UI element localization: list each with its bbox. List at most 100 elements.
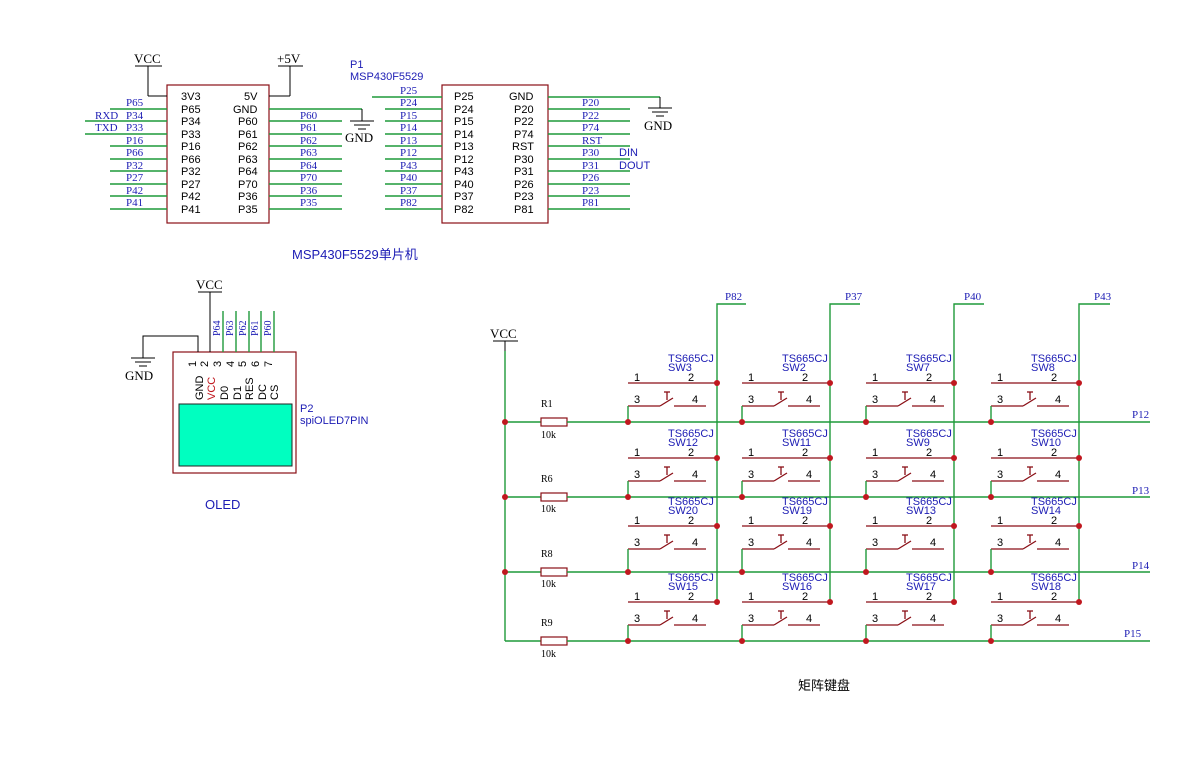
switch-sw10[interactable]: TS665CJSW101 23 4 <box>988 428 1082 500</box>
gnd-label-mcu-right: GND <box>644 118 672 133</box>
row-net-label: P12 <box>1132 409 1149 421</box>
junction-dot <box>1076 455 1082 461</box>
switch-sw2[interactable]: TS665CJSW21 23 4 <box>739 353 833 425</box>
junction-dot <box>863 494 869 500</box>
pin-number: 4 <box>930 469 936 481</box>
switch-sw7[interactable]: TS665CJSW71 23 4 <box>863 353 957 425</box>
switch-sw13[interactable]: TS665CJSW131 23 4 <box>863 496 957 575</box>
net-label: P65 <box>126 97 144 109</box>
schematic-canvas: P1 MSP430F5529 MSP430F5529单片机 VCC +5V GN… <box>85 51 1150 693</box>
pin-number: 3 <box>634 394 640 406</box>
net-label: P23 <box>582 185 600 197</box>
pin-number: 6 <box>250 361 262 367</box>
keypad-caption: 矩阵键盘 <box>798 678 850 693</box>
junction-dot <box>827 455 833 461</box>
pin-name: P35 <box>238 204 258 216</box>
pin-number: 2 <box>1051 372 1057 384</box>
pin-number: 1 <box>872 515 878 527</box>
switch-sw16[interactable]: TS665CJSW161 23 4 <box>739 572 833 644</box>
pin-number: 4 <box>930 394 936 406</box>
pin-number: 3 <box>748 469 754 481</box>
resistor-r1[interactable] <box>540 417 568 427</box>
junction-dot <box>714 599 720 605</box>
pin-number: 1 <box>634 447 640 459</box>
net-label: P40 <box>400 172 418 184</box>
pin-number: 4 <box>1055 394 1061 406</box>
junction-dot <box>625 569 631 575</box>
pin-number: 1 <box>748 591 754 603</box>
pin-name: P74 <box>514 129 534 141</box>
junction-dot <box>1076 380 1082 386</box>
pin-number: 1 <box>997 591 1003 603</box>
net-label: P60 <box>300 110 318 122</box>
net-label: P81 <box>582 197 599 209</box>
pin-name: P82 <box>454 204 474 216</box>
switch-sw17[interactable]: TS665CJSW171 23 4 <box>863 572 957 644</box>
pin-number: 3 <box>748 394 754 406</box>
pin-name: D1 <box>232 386 244 400</box>
pin-number: 1 <box>997 447 1003 459</box>
mcu-designator: P1 <box>350 59 363 71</box>
pin-number: 2 <box>688 447 694 459</box>
net-label: P43 <box>400 160 418 172</box>
resistor-r8[interactable] <box>540 567 568 577</box>
pin-name: GND <box>194 376 206 401</box>
net-label: RST <box>582 135 602 147</box>
pin-name: P66 <box>181 154 201 166</box>
oled-signal-wires: P64 P63 P62 P61 P60 <box>212 311 275 352</box>
pin-number: 2 <box>1051 447 1057 459</box>
right-header-right-pins: GND P20 P22 P74 RST P30 P31 P26 P23 P81 <box>509 91 534 216</box>
switch-sw20[interactable]: TS665CJSW201 23 4 <box>625 496 720 575</box>
mcu-section: P1 MSP430F5529 MSP430F5529单片机 VCC +5V GN… <box>85 51 672 262</box>
switch-sw8[interactable]: TS665CJSW81 23 4 <box>988 353 1082 425</box>
net-label: P42 <box>126 185 143 197</box>
right-header-left-nets: P25 P24 P15 P14 P13 P12 P43 P40 P37 P82 <box>372 85 442 210</box>
net-label: P24 <box>400 97 418 109</box>
resistor-value: 10k <box>541 504 556 515</box>
switch-sw15[interactable]: TS665CJSW151 23 4 <box>625 572 720 644</box>
pin-name: P60 <box>238 116 258 128</box>
vcc-power-port-oled: VCC <box>196 277 223 352</box>
gnd-label-oled: GND <box>125 368 153 383</box>
keypad-section: 矩阵键盘 VCC P82 P37 P40 P43 R1 10k P12 R6 1… <box>490 291 1150 693</box>
pin-name: P23 <box>514 191 534 203</box>
switch-sw14[interactable]: TS665CJSW141 23 4 <box>988 496 1082 575</box>
pin-name: P13 <box>454 141 474 153</box>
column-net-label: P43 <box>1094 291 1112 303</box>
resistor-r9[interactable] <box>540 636 568 646</box>
switch-sw11[interactable]: TS665CJSW111 23 4 <box>739 428 833 500</box>
mcu-caption: MSP430F5529单片机 <box>292 247 418 262</box>
left-header-right-pins: 5V GND P60 P61 P62 P63 P64 P70 P36 P35 <box>233 91 258 216</box>
junction-dot <box>739 419 745 425</box>
oled-caption: OLED <box>205 497 240 512</box>
switch-sw3[interactable]: TS665CJSW31 23 4 <box>625 353 720 425</box>
switch-sw12[interactable]: TS665CJSW121 23 4 <box>625 428 720 500</box>
pin-name: P20 <box>514 104 534 116</box>
resistor-r6[interactable] <box>540 492 568 502</box>
junction-dot <box>988 494 994 500</box>
pin-number: 1 <box>997 372 1003 384</box>
junction-dot <box>988 638 994 644</box>
junction-dot <box>951 380 957 386</box>
switch-sw18[interactable]: TS665CJSW181 23 4 <box>988 572 1082 644</box>
oled-pin-numbers: 1 2 3 4 5 6 7 <box>187 361 275 367</box>
pin-name: P62 <box>238 141 258 153</box>
row-net-label: P13 <box>1132 485 1150 497</box>
net-label: P32 <box>126 160 143 172</box>
pin-number: 4 <box>806 394 812 406</box>
pin-number: 2 <box>688 515 694 527</box>
pin-number: 3 <box>997 469 1003 481</box>
pin-number: 4 <box>1055 613 1061 625</box>
junction-dot <box>827 599 833 605</box>
switch-sw19[interactable]: TS665CJSW191 23 4 <box>739 496 833 575</box>
junction-dot <box>739 638 745 644</box>
junction-dot <box>863 419 869 425</box>
switch-sw9[interactable]: TS665CJSW91 23 4 <box>863 428 957 500</box>
net-label: P25 <box>400 85 418 97</box>
pin-number: 3 <box>997 613 1003 625</box>
pin-name: P30 <box>514 154 534 166</box>
pin-name: P31 <box>514 166 534 178</box>
pin-name: VCC <box>206 377 218 400</box>
pin-name: P12 <box>454 154 474 166</box>
resistor-ref: R8 <box>541 549 553 560</box>
